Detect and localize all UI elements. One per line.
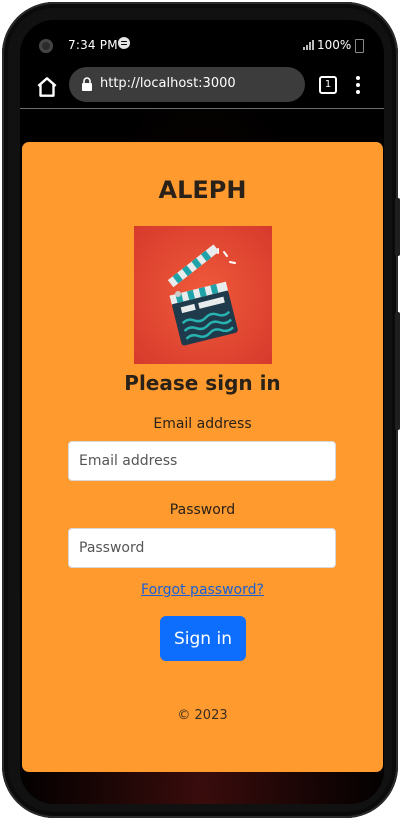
address-bar[interactable]: http://localhost:3000: [69, 67, 305, 102]
battery-percentage: 100%: [317, 38, 352, 52]
home-icon[interactable]: [34, 74, 60, 100]
email-label: Email address: [153, 416, 252, 432]
lock-icon: [82, 77, 92, 91]
status-time: 7:34 PM: [68, 38, 118, 52]
sign-in-button[interactable]: Sign in: [160, 616, 246, 661]
login-card: ALEPH Please sign in Email address Email…: [22, 142, 383, 772]
phone-screen: 7:34 PM 100% http://localhost:3000 1 ALE…: [20, 20, 384, 804]
battery-icon: [355, 39, 364, 53]
phone-frame: 7:34 PM 100% http://localhost:3000 1 ALE…: [2, 2, 400, 818]
status-bar: 7:34 PM 100%: [20, 20, 384, 70]
spotify-icon: [118, 37, 130, 49]
brand-title: ALEPH: [158, 176, 247, 204]
password-label: Password: [169, 502, 236, 518]
volume-button: [395, 198, 400, 256]
forgot-password-link[interactable]: Forgot password?: [22, 582, 383, 598]
copyright-text: © 2023: [177, 708, 228, 723]
camera-icon: [39, 39, 53, 53]
power-button: [395, 312, 400, 430]
clapperboard-logo: [134, 226, 272, 364]
email-field[interactable]: [68, 441, 336, 481]
more-menu-icon[interactable]: [356, 76, 360, 94]
password-field[interactable]: [68, 528, 336, 568]
sign-in-heading: Please sign in: [124, 371, 281, 395]
tabs-icon[interactable]: 1: [319, 76, 337, 94]
url-text: http://localhost:3000: [100, 76, 236, 91]
signal-icon: [303, 40, 314, 50]
browser-toolbar: http://localhost:3000 1: [20, 67, 384, 108]
